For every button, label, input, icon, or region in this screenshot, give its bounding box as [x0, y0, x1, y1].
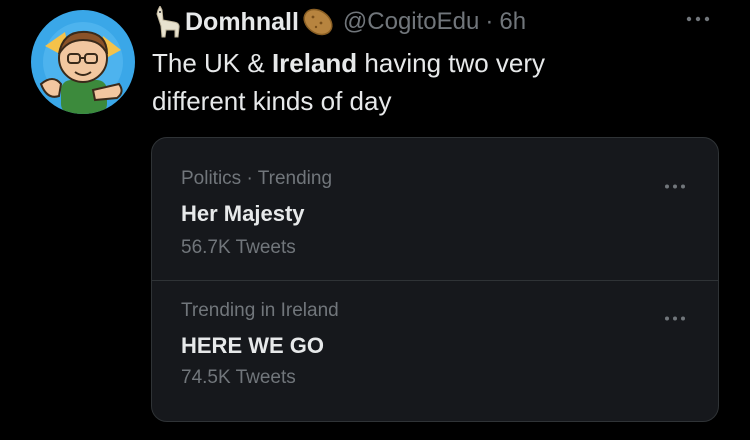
trend-context: Trending in Ireland	[181, 300, 339, 321]
trend-item[interactable]: Trending in Ireland HERE WE GO 74.5K Twe…	[152, 280, 718, 421]
tweet-text-bold: Ireland	[271, 48, 358, 78]
more-horizontal-icon	[686, 16, 710, 22]
more-horizontal-icon	[665, 184, 685, 188]
trend-item[interactable]: Politics · Trending Her Majesty 56.7K Tw…	[152, 138, 718, 280]
trend-name: HERE WE GO	[181, 333, 325, 358]
separator-dot: ·	[485, 8, 494, 35]
potato-icon	[301, 7, 335, 37]
more-horizontal-icon	[665, 316, 685, 320]
cartoon-avatar-icon	[31, 10, 135, 114]
trends-card: Politics · Trending Her Majesty 56.7K Tw…	[151, 137, 719, 422]
more-options-button[interactable]	[680, 6, 716, 32]
user-handle[interactable]: @CogitoEdu	[343, 8, 479, 36]
trend-name: Her Majesty	[181, 201, 305, 226]
llama-icon	[152, 6, 182, 38]
avatar[interactable]	[31, 10, 135, 114]
display-name[interactable]: Domhnall	[185, 8, 299, 37]
trend-count: 56.7K Tweets	[181, 237, 296, 258]
trend-more-button[interactable]	[658, 176, 692, 196]
tweet-text: The UK & Ireland having two very differe…	[152, 44, 622, 120]
tweet-text-part: The UK &	[152, 48, 272, 78]
trend-context: Politics · Trending	[181, 168, 333, 189]
tweet[interactable]: Domhnall @CogitoEdu · 6h The UK & Irelan…	[0, 0, 750, 440]
timestamp[interactable]: 6h	[499, 8, 526, 36]
trend-more-button[interactable]	[658, 308, 692, 328]
trend-count: 74.5K Tweets	[181, 367, 296, 388]
tweet-header: Domhnall @CogitoEdu · 6h	[152, 4, 526, 40]
